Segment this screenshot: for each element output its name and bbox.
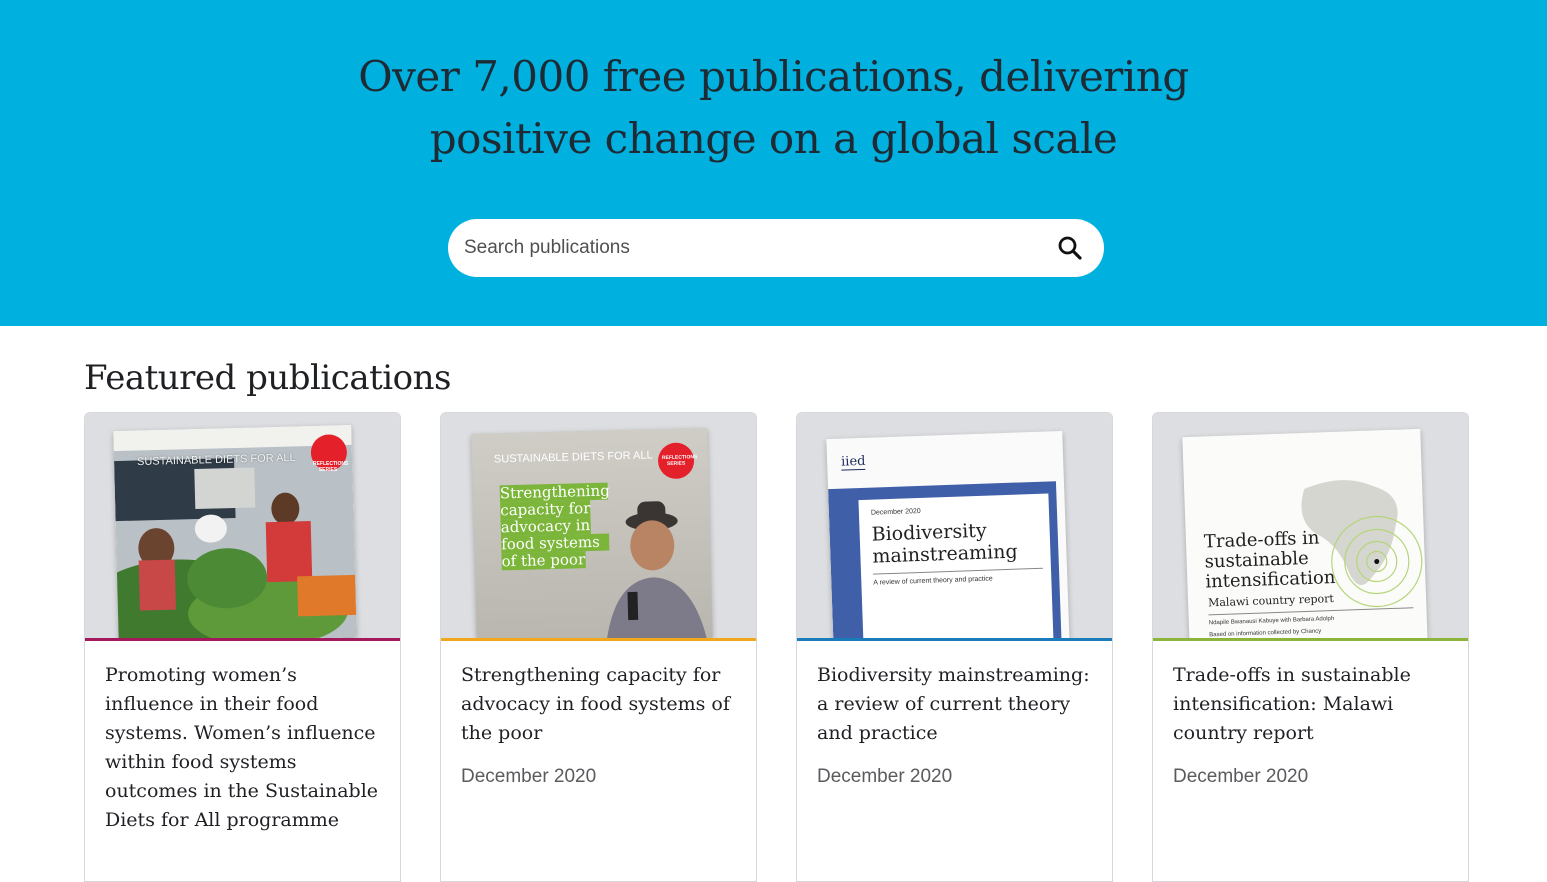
cover-panel: December 2020 Biodiversity mainstreaming…	[858, 493, 1054, 638]
cover-art: iied December 2020 Biodiversity mainstre…	[826, 430, 1070, 638]
hero-title-line-1: Over 7,000 free publications, delivering	[358, 52, 1189, 101]
cover-badge: REFLECTIONS SERIES	[313, 461, 349, 473]
publication-title[interactable]: Promoting women’s influence in their foo…	[105, 661, 385, 835]
cover-headline: Biodiversity mainstreaming	[871, 519, 1018, 568]
featured-publications-heading: Featured publications	[84, 358, 451, 398]
hero-banner: Over 7,000 free publications, delivering…	[0, 0, 1547, 326]
card-accent-bar	[85, 638, 400, 641]
publication-title[interactable]: Biodiversity mainstreaming: a review of …	[817, 661, 1097, 748]
cover-logo: iied	[840, 453, 866, 471]
card-accent-bar	[441, 638, 756, 641]
publication-cover-image[interactable]: SUSTAINABLE DIETS FOR ALL REFLECTIONS SE…	[441, 413, 756, 638]
publication-date: December 2020	[1173, 766, 1309, 787]
publication-title[interactable]: Trade-offs in sustainable intensificatio…	[1173, 661, 1453, 748]
publication-date: December 2020	[817, 766, 953, 787]
cover-art: Trade-offs in sustainable intensificatio…	[1182, 428, 1428, 638]
card-accent-bar	[797, 638, 1112, 641]
publication-cover-image[interactable]: iied December 2020 Biodiversity mainstre…	[797, 413, 1112, 638]
publication-card[interactable]: Trade-offs in sustainable intensificatio…	[1152, 412, 1469, 882]
hero-title: Over 7,000 free publications, delivering…	[0, 46, 1547, 170]
card-accent-bar	[1153, 638, 1468, 641]
cover-headline: Strengthening capacity for advocacy in f…	[499, 481, 610, 571]
publication-cover-image[interactable]: Trade-offs in sustainable intensificatio…	[1153, 413, 1468, 638]
publication-card[interactable]: iied December 2020 Biodiversity mainstre…	[796, 412, 1113, 882]
search-bar	[448, 219, 1104, 277]
publication-cover-image[interactable]: SUSTAINABLE DIETS FOR ALL REFLECTIONS SE…	[85, 413, 400, 638]
publication-date: December 2020	[461, 766, 597, 787]
cover-art: SUSTAINABLE DIETS FOR ALL REFLECTIONS SE…	[471, 427, 713, 638]
hero-title-line-2: positive change on a global scale	[429, 114, 1118, 163]
publication-card[interactable]: SUSTAINABLE DIETS FOR ALL REFLECTIONS SE…	[440, 412, 757, 882]
publication-card[interactable]: SUSTAINABLE DIETS FOR ALL REFLECTIONS SE…	[84, 412, 401, 882]
search-icon	[1058, 236, 1082, 260]
search-input[interactable]	[464, 219, 1044, 277]
publication-title[interactable]: Strengthening capacity for advocacy in f…	[461, 661, 741, 748]
cover-headline: Trade-offs in sustainable intensificatio…	[1203, 527, 1336, 593]
search-button[interactable]	[1054, 232, 1086, 264]
